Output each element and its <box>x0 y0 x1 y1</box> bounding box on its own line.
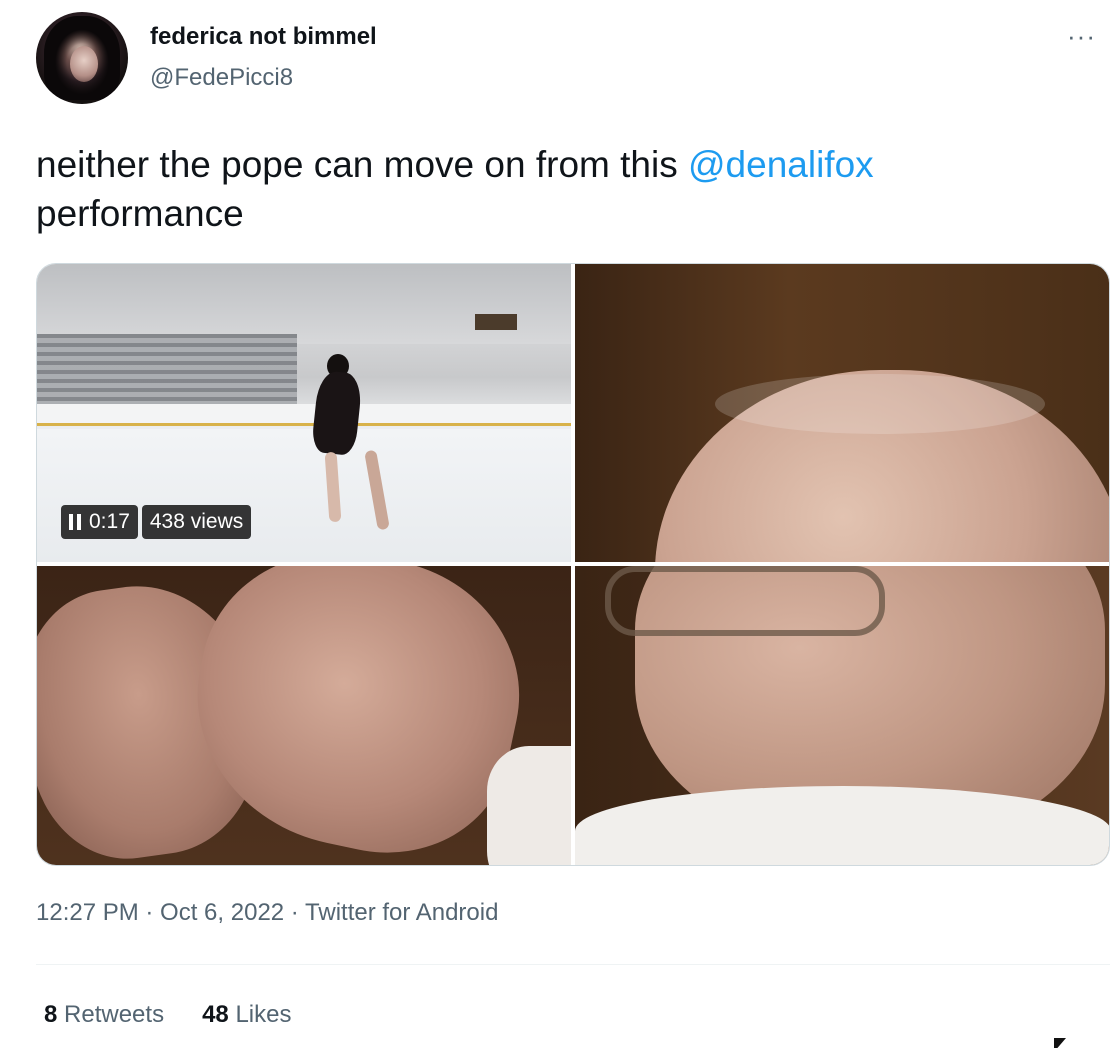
video-time: 0:17 <box>89 510 130 533</box>
rink-ceiling <box>37 264 571 344</box>
tweet-text-part1: neither the pope can move on from this <box>36 144 688 185</box>
engagement-stats: 8 Retweets 48 Likes <box>44 1001 291 1029</box>
retweets-count: 8 <box>44 1001 58 1028</box>
media-image-pope-head[interactable] <box>575 264 1109 562</box>
rink-ice <box>37 429 571 562</box>
divider <box>36 964 1110 965</box>
robe <box>575 786 1109 865</box>
video-badge: 0:17 438 views <box>61 505 252 539</box>
video-time-badge[interactable]: 0:17 <box>61 505 138 539</box>
media-image-hands[interactable] <box>37 566 571 865</box>
pope-hair <box>715 374 1045 434</box>
more-horizontal-icon[interactable]: ··· <box>1067 23 1096 49</box>
retweets-stat[interactable]: 8 Retweets <box>44 1001 164 1029</box>
media-grid: 0:17 438 views <box>36 263 1110 866</box>
mouse-cursor-icon <box>1054 1038 1066 1048</box>
author-handle[interactable]: @FedePicci8 <box>150 64 293 92</box>
sleeve <box>487 746 571 865</box>
tweet-text: neither the pope can move on from this @… <box>36 140 1076 238</box>
media-video-skating[interactable]: 0:17 438 views <box>37 264 571 562</box>
tweet-header: federica not bimmel @FedePicci8 ··· <box>36 12 1096 107</box>
glasses <box>605 566 885 636</box>
video-views: 438 views <box>149 510 244 533</box>
pause-icon[interactable] <box>69 514 81 530</box>
media-image-pope-face[interactable] <box>575 566 1109 865</box>
tweet-text-part2: performance <box>36 193 244 234</box>
tweet-timestamp[interactable]: 12:27 PM · Oct 6, 2022 · Twitter for And… <box>36 899 498 927</box>
mention-link[interactable]: @denalifox <box>688 144 874 185</box>
author-name[interactable]: federica not bimmel <box>150 23 377 51</box>
avatar-face <box>70 46 98 82</box>
scoreboard <box>475 314 517 330</box>
rink-wall <box>37 404 571 426</box>
video-views-badge: 438 views <box>141 505 252 539</box>
rink-stands <box>37 334 297 414</box>
likes-label: Likes <box>235 1001 292 1028</box>
retweets-label: Retweets <box>64 1001 165 1028</box>
avatar[interactable] <box>36 12 128 104</box>
likes-stat[interactable]: 48 Likes <box>202 1001 291 1029</box>
likes-count: 48 <box>202 1001 229 1028</box>
